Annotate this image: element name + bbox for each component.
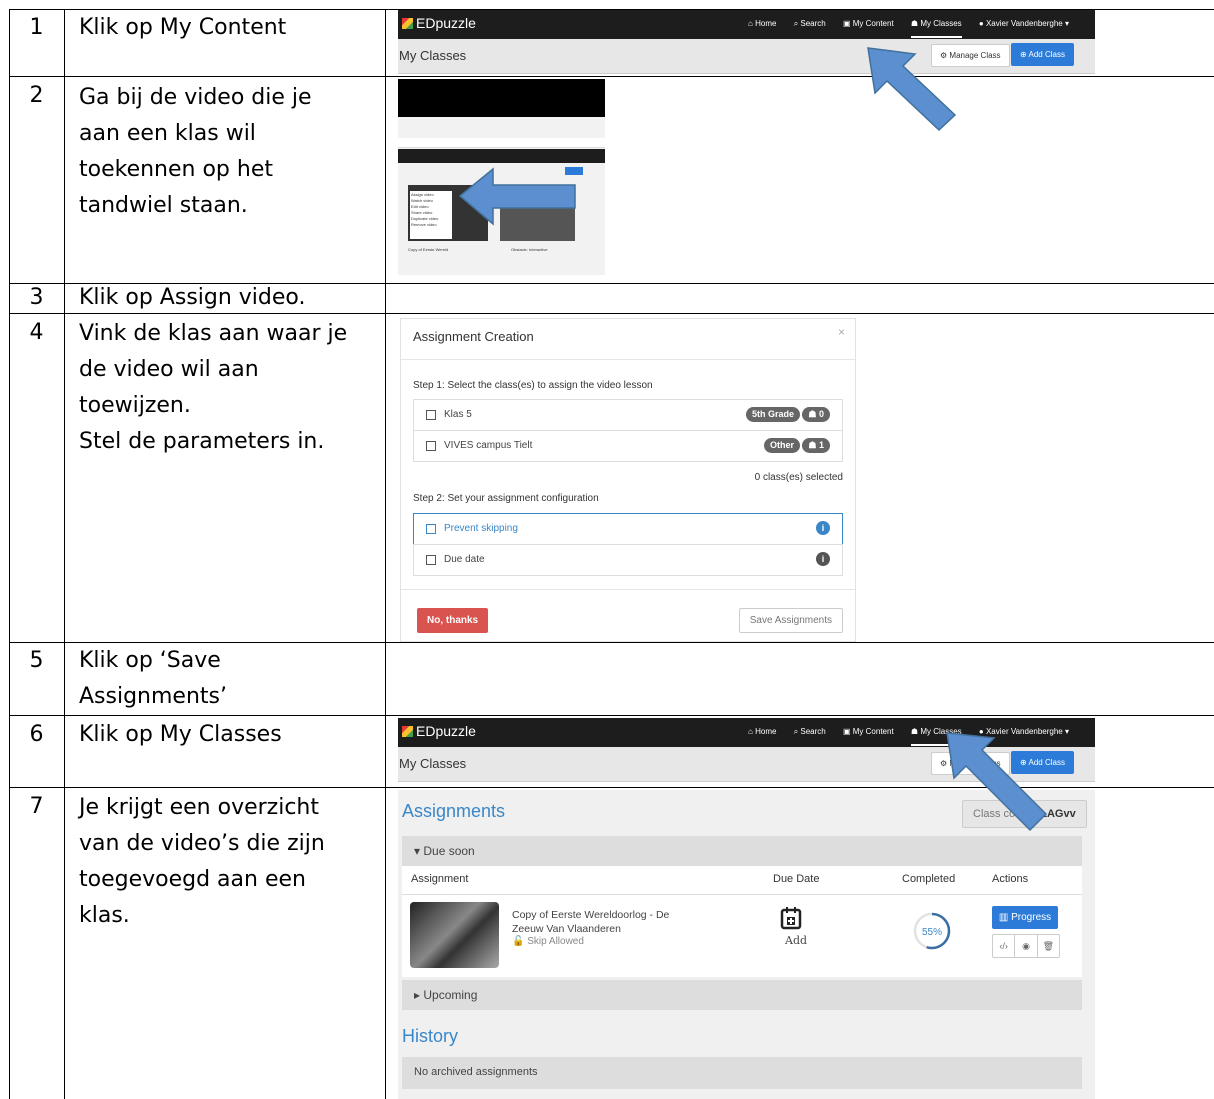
student-count-badge: ☗ 0	[802, 407, 830, 422]
add-due-date[interactable]: Add	[785, 934, 807, 947]
step-number: 4	[29, 320, 44, 345]
step-number: 1	[29, 15, 44, 40]
col-border	[385, 9, 386, 1099]
step-number: 2	[29, 83, 44, 108]
mini-navbar	[398, 149, 605, 163]
step2-label: Step 2: Set your assignment configuratio…	[413, 493, 599, 504]
class-option-klas5[interactable]: Klas 5 5th Grade ☗ 0	[413, 399, 843, 431]
col-completed: Completed	[902, 873, 956, 885]
nav-my-content[interactable]: ▣ My Content	[843, 19, 894, 28]
step1-label: Step 1: Select the class(es) to assign t…	[413, 380, 653, 391]
col-border	[64, 9, 65, 1099]
action-buttons: ‹/› ◉ 🗑	[992, 934, 1060, 958]
class-option-vives[interactable]: VIVES campus Tielt Other ☗ 1	[413, 430, 843, 462]
nav-home[interactable]: ⌂ Home	[748, 19, 776, 28]
save-assignments-button[interactable]: Save Assignments	[738, 608, 843, 633]
step-text: Klik op My Content	[79, 15, 287, 40]
row-border	[9, 76, 1214, 77]
step-text: Ga bij de video die je aan een klas wil …	[79, 85, 312, 218]
page-title: My Classes	[399, 756, 467, 771]
checkbox-checked[interactable]	[426, 524, 436, 534]
screenshot-navbar-1: EDpuzzle ⌂ Home ⌕ Search ▣ My Content ☗ …	[398, 10, 1095, 76]
card-title: Copy of Eerste Wereld	[408, 247, 449, 252]
step-text: Vink de klas aan waar je de video wil aa…	[79, 321, 348, 454]
history-empty: No archived assignments	[402, 1057, 1082, 1089]
eye-icon[interactable]: ◉	[1015, 935, 1038, 957]
col-actions: Actions	[992, 873, 1029, 885]
checkbox[interactable]	[426, 555, 436, 565]
col-due-date: Due Date	[773, 873, 820, 885]
progress-button[interactable]: ▥ Progress	[992, 906, 1058, 929]
step-number: 7	[29, 794, 44, 819]
row-border	[9, 715, 1214, 716]
instruction-table: 1 2 3 4 5 6 7 Klik op My Content Ga bij …	[0, 0, 1214, 1099]
pointer-arrow-1	[867, 47, 957, 132]
assignments-table: Assignment Due Date Completed Actions Co…	[402, 866, 1082, 977]
info-icon[interactable]: i	[816, 552, 830, 566]
due-date-option[interactable]: Due date i	[413, 544, 843, 576]
close-icon[interactable]: ×	[838, 325, 845, 339]
checkbox[interactable]	[426, 410, 436, 420]
divider	[402, 894, 1082, 895]
page-title: My Classes	[399, 48, 467, 63]
step-text: Klik op Assign video.	[79, 285, 306, 310]
history-heading: History	[402, 1026, 459, 1046]
nav-search[interactable]: ⌕ Search	[794, 727, 826, 736]
calendar-add-icon[interactable]	[780, 906, 802, 930]
col-assignment: Assignment	[411, 873, 469, 885]
edpuzzle-logo[interactable]: EDpuzzle	[402, 723, 476, 739]
pointer-arrow-2	[458, 167, 576, 226]
info-icon[interactable]: i	[816, 521, 830, 535]
puzzle-icon	[402, 18, 413, 29]
video-thumbnail[interactable]	[410, 902, 499, 968]
student-count-badge: ☗ 1	[802, 438, 830, 453]
divider	[401, 589, 855, 590]
completion-ring: 55%	[913, 912, 951, 950]
col-border	[9, 9, 10, 1099]
nav-home[interactable]: ⌂ Home	[748, 727, 776, 736]
puzzle-icon	[402, 726, 413, 737]
video-title[interactable]: Copy of Eerste Wereldoorlog - De Zeeuw V…	[512, 908, 702, 936]
nav-my-classes[interactable]: ☗ My Classes	[910, 19, 962, 38]
upcoming-header[interactable]: ▸ Upcoming	[402, 980, 1082, 1010]
trash-icon[interactable]: 🗑	[1038, 935, 1059, 957]
selected-count: 0 class(es) selected	[754, 472, 843, 483]
modal-title: Assignment Creation	[413, 329, 534, 344]
step-text: Klik op ‘Save Assignments’	[79, 648, 227, 709]
card-title: Obstacle: Interactive	[511, 247, 548, 252]
step-number: 5	[29, 648, 44, 673]
browser-bookmarks	[398, 138, 605, 148]
assignment-creation-modal: Assignment Creation × Step 1: Select the…	[400, 318, 856, 642]
skip-allowed: 🔓 Skip Allowed	[512, 936, 584, 947]
sub-header: My Classes ⚙ Manage Class ⊕ Add Class	[398, 39, 1095, 74]
completion-percent: 55%	[922, 927, 942, 938]
add-class-button[interactable]: ⊕ Add Class	[1011, 43, 1074, 66]
embed-icon[interactable]: ‹/›	[993, 935, 1016, 957]
black-bar	[398, 79, 605, 117]
nav-my-content[interactable]: ▣ My Content	[843, 727, 894, 736]
pointer-arrow-3	[946, 732, 1048, 832]
due-soon-header[interactable]: ▾ Due soon	[402, 836, 1082, 866]
step-text: Klik op My Classes	[79, 722, 282, 747]
nav-user[interactable]: ● Xavier Vandenberghe ▾	[979, 19, 1069, 28]
gear-menu[interactable]: Assign video Watch video Edit video Shar…	[410, 191, 452, 239]
step-number: 3	[29, 285, 44, 310]
divider	[401, 359, 855, 360]
assignments-heading: Assignments	[402, 801, 506, 821]
grade-badge: 5th Grade	[745, 407, 800, 422]
navbar: EDpuzzle ⌂ Home ⌕ Search ▣ My Content ☗ …	[398, 10, 1095, 39]
step-text: Je krijgt een overzicht van de video’s d…	[79, 795, 325, 928]
nav-search[interactable]: ⌕ Search	[794, 19, 826, 28]
step-number: 6	[29, 722, 44, 747]
no-thanks-button[interactable]: No, thanks	[417, 608, 489, 633]
edpuzzle-logo[interactable]: EDpuzzle	[402, 15, 476, 31]
prevent-skipping-option[interactable]: Prevent skipping i	[413, 513, 843, 545]
grade-badge: Other	[763, 438, 800, 453]
checkbox[interactable]	[426, 441, 436, 451]
